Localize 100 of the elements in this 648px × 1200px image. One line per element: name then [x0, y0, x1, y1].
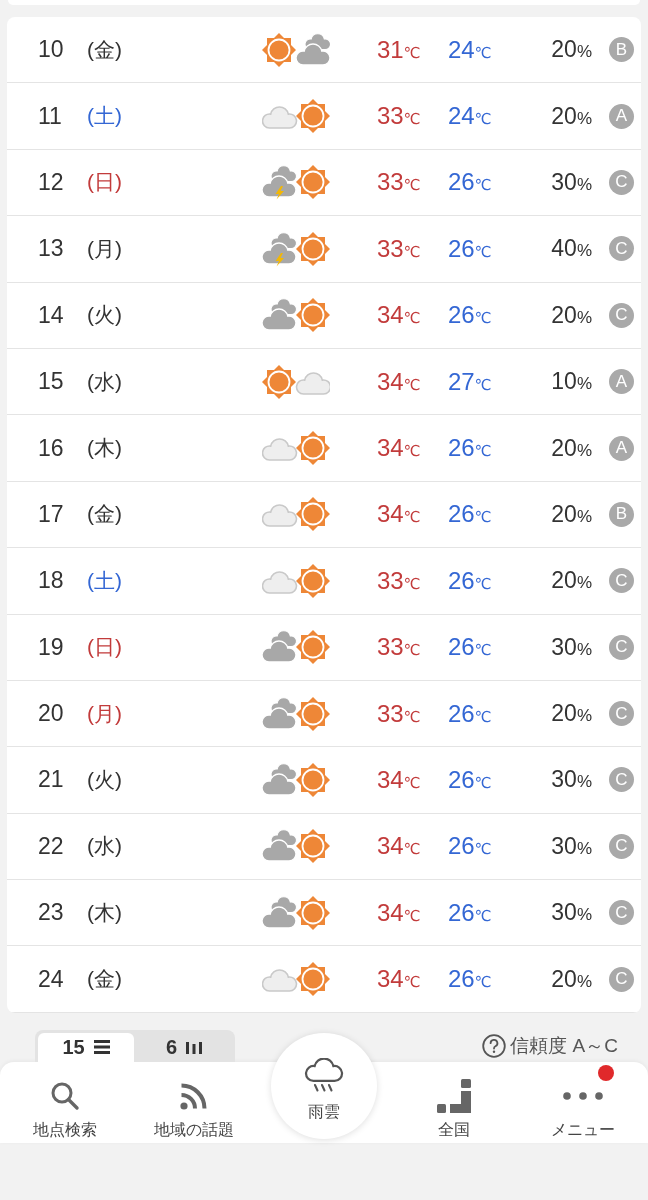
reliability-badge: A [609, 369, 634, 395]
reliability-badge: C [609, 701, 634, 727]
day-number: 22 [38, 832, 65, 860]
cloud-and-sun-icon [262, 762, 330, 798]
weekday-label: (土) [87, 567, 123, 594]
high-temperature: 34℃ [377, 965, 422, 994]
rain-cloud-tab[interactable]: 雨雲 [271, 1032, 377, 1139]
day-number: 15 [38, 368, 65, 396]
weekday-label: (月) [87, 700, 123, 727]
high-temperature: 34℃ [377, 832, 422, 861]
map-blocks-icon [436, 1078, 471, 1113]
day-number: 16 [38, 434, 65, 462]
high-temperature: 34℃ [377, 301, 422, 330]
high-temperature: 31℃ [377, 35, 422, 64]
cloud-and-sun-icon [262, 961, 330, 998]
cloud-and-sun-icon [262, 695, 330, 732]
day-number: 24 [38, 965, 65, 993]
weekday-label: (日) [87, 169, 123, 196]
sun-and-cloud-icon [262, 31, 330, 68]
precipitation-chance: 40% [550, 235, 592, 263]
day-number: 23 [38, 899, 65, 927]
day-number: 17 [38, 500, 65, 528]
day-number: 10 [38, 36, 65, 64]
weekday-label: (火) [87, 302, 123, 329]
low-temperature: 26℃ [448, 434, 493, 463]
weekday-label: (金) [87, 36, 123, 63]
cloud-and-sun-icon [262, 496, 330, 533]
low-temperature: 26℃ [448, 633, 493, 662]
precipitation-chance: 10% [550, 368, 592, 396]
reliability-badge: A [609, 103, 634, 129]
nationwide-tab[interactable]: 全国 [388, 1061, 519, 1143]
precipitation-chance: 20% [550, 500, 592, 528]
precipitation-chance: 20% [550, 567, 592, 595]
reliability-badge: C [609, 634, 634, 660]
low-temperature: 26℃ [448, 500, 493, 529]
reliability-badge: B [609, 37, 634, 63]
high-temperature: 34℃ [377, 367, 422, 396]
reliability-badge: B [609, 501, 634, 527]
low-temperature: 26℃ [448, 699, 493, 728]
rain-cloud-icon [302, 1057, 346, 1092]
reliability-badge: A [609, 435, 634, 461]
day-number: 20 [38, 700, 65, 728]
day-number: 13 [38, 235, 65, 263]
chart-view-tab[interactable]: 6 [136, 1032, 232, 1062]
high-temperature: 34℃ [377, 766, 422, 794]
cloud-and-sun-icon [262, 629, 330, 666]
weekday-label: (木) [87, 435, 123, 462]
precipitation-chance: 30% [550, 766, 592, 794]
low-temperature: 27℃ [448, 367, 493, 396]
precipitation-chance: 20% [550, 965, 592, 993]
reliability-badge: C [609, 169, 634, 195]
low-temperature: 26℃ [448, 168, 493, 197]
reliability-badge: C [609, 302, 634, 328]
thunder-cloud-and-sun-icon [262, 230, 330, 267]
low-temperature: 26℃ [448, 832, 493, 861]
bar-chart-icon [186, 1040, 203, 1055]
low-temperature: 26℃ [448, 766, 493, 794]
cloud-and-sun-icon [262, 894, 330, 931]
menu-tab[interactable]: メニュー [518, 1061, 648, 1143]
more-icon [563, 1091, 604, 1100]
high-temperature: 34℃ [377, 500, 422, 529]
weekday-label: (金) [87, 966, 123, 993]
reliability-badge: C [609, 568, 634, 594]
cloud-and-sun-icon [262, 430, 330, 467]
precipitation-chance: 30% [550, 832, 592, 860]
reliability-help-link[interactable]: 信頼度 A～C [482, 1029, 618, 1062]
weekday-label: (金) [87, 501, 123, 528]
weekday-label: (木) [87, 899, 123, 926]
local-topics-tab[interactable]: 地域の話題 [129, 1061, 260, 1143]
high-temperature: 34℃ [377, 898, 422, 927]
day-number: 12 [38, 168, 65, 196]
precipitation-chance: 20% [550, 700, 592, 728]
cloud-and-sun-icon [262, 828, 330, 865]
help-icon [482, 1033, 507, 1058]
high-temperature: 33℃ [377, 699, 422, 728]
weekday-label: (水) [87, 368, 123, 395]
search-tab[interactable]: 地点検索 [0, 1061, 130, 1143]
cloud-and-sun-icon [262, 98, 330, 135]
precipitation-chance: 30% [550, 168, 592, 196]
low-temperature: 26℃ [448, 301, 493, 330]
precipitation-chance: 30% [550, 633, 592, 661]
precipitation-chance: 20% [550, 36, 592, 64]
high-temperature: 33℃ [377, 633, 422, 662]
low-temperature: 26℃ [448, 234, 493, 263]
thunder-cloud-and-sun-icon [262, 164, 330, 201]
low-temperature: 26℃ [448, 965, 493, 994]
reliability-badge: C [609, 833, 634, 859]
reliability-badge: C [609, 900, 634, 926]
high-temperature: 33℃ [377, 168, 422, 197]
precipitation-chance: 20% [550, 301, 592, 329]
list-view-tab[interactable]: 15 [38, 1032, 134, 1062]
weekday-label: (日) [87, 634, 123, 661]
reliability-badge: C [609, 767, 634, 793]
low-temperature: 24℃ [448, 102, 493, 131]
list-icon [93, 1040, 110, 1055]
weekday-label: (月) [87, 235, 123, 262]
low-temperature: 26℃ [448, 898, 493, 927]
sun-and-cloud-icon [262, 363, 330, 400]
reliability-badge: C [609, 236, 634, 262]
low-temperature: 26℃ [448, 566, 493, 595]
